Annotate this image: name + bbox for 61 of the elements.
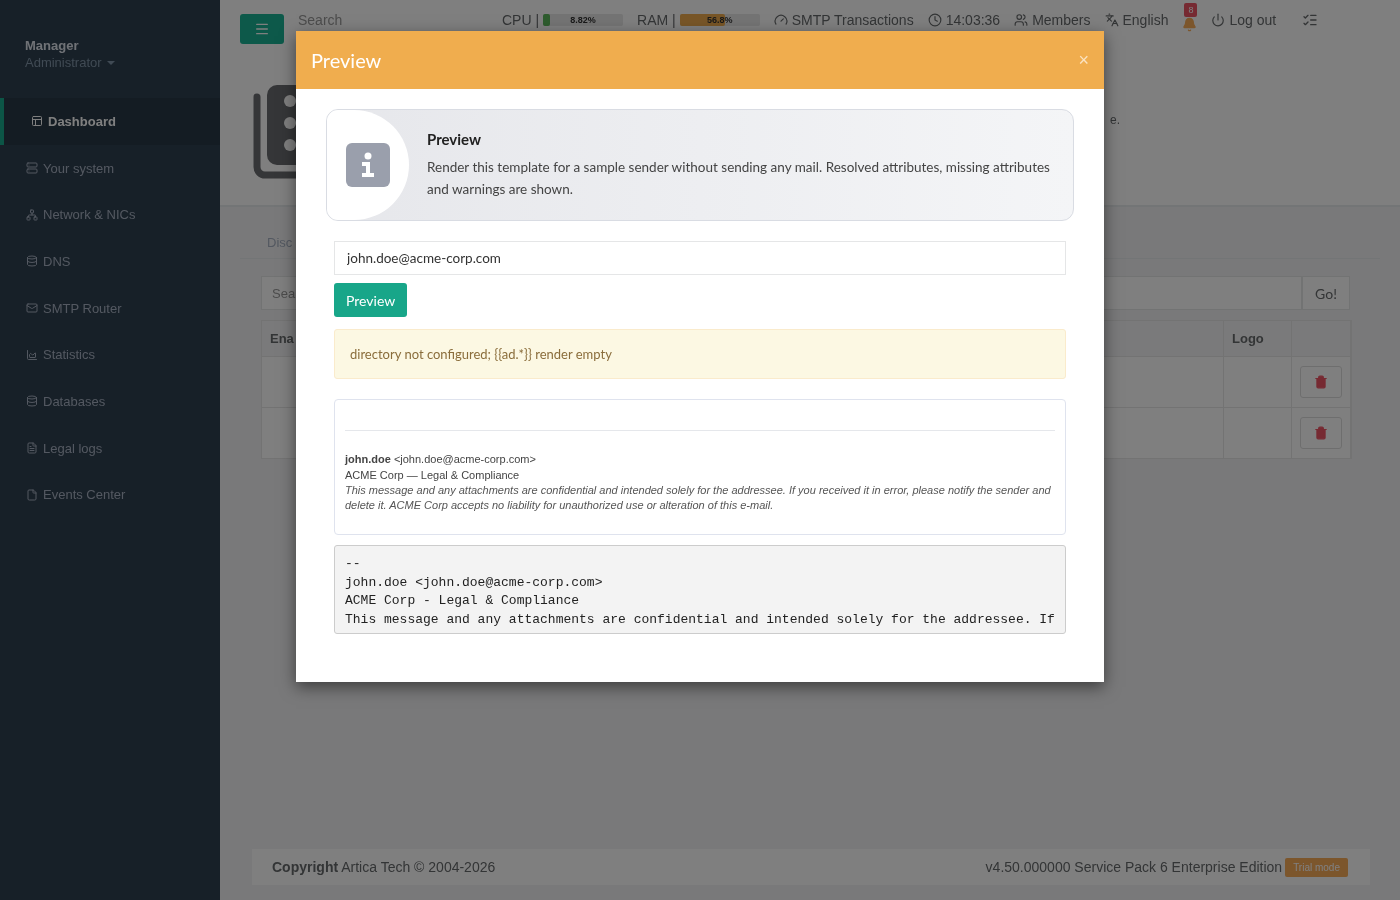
- mail-icon: [26, 302, 38, 315]
- trash-icon: [1314, 375, 1328, 389]
- delete-button[interactable]: [1300, 366, 1342, 398]
- topbar-link[interactable]: SMTP Transactions: [773, 12, 914, 28]
- translate-icon: [1104, 13, 1119, 27]
- sidebar-item[interactable]: Dashboard: [0, 98, 220, 145]
- user-name: Manager: [25, 38, 80, 53]
- menu-button[interactable]: [240, 14, 284, 44]
- info-text: Render this template for a sample sender without sending any mail. Resolved attributes, missing attributes and warnings are shown.: [427, 158, 1051, 199]
- power-icon: [1211, 13, 1226, 27]
- users-icon: [1014, 13, 1029, 27]
- sidebar-item[interactable]: Events Center: [0, 471, 220, 519]
- trash-icon: [1314, 426, 1328, 440]
- preview-button[interactable]: Preview: [334, 283, 408, 317]
- sidebar-item[interactable]: Network & NICs: [0, 191, 220, 239]
- email-field[interactable]: john.doe@acme-corp.com: [334, 241, 1066, 275]
- sidebar-item[interactable]: SMTP Router: [0, 284, 220, 332]
- menu-icon: [254, 21, 270, 37]
- sidebar-item[interactable]: Statistics: [0, 331, 220, 379]
- sidebar-item[interactable]: Your system: [0, 144, 220, 192]
- dashboard-icon: [31, 115, 43, 128]
- code-line: john.doe <john.doe@acme-corp.com>: [345, 573, 604, 592]
- code-line: --: [345, 555, 362, 573]
- logout-link[interactable]: Log out: [1211, 12, 1277, 28]
- signature-disclaimer: This message and any attachments are confidential and intended solely for the addressee. If you received it in error, please notify the sender and delete it. ACME Corp accepts no liability for unauthorized use or alteration of this e-mail.: [345, 483, 1052, 513]
- signature-line: ACME Corp — Legal & Compliance: [345, 468, 521, 483]
- close-button[interactable]: ×: [1078, 49, 1089, 71]
- gauge-icon: [773, 13, 788, 27]
- version-text: v4.50.000000 Service Pack 6 Enterprise Edition: [985, 859, 1283, 875]
- info-title: Preview: [427, 130, 483, 148]
- copyright-text: Copyright Artica Tech © 2004-2026: [272, 859, 496, 875]
- database-icon: [26, 395, 38, 408]
- database-icon: [26, 255, 38, 268]
- sidebar-item[interactable]: Databases: [0, 378, 220, 425]
- info-icon: [346, 143, 390, 187]
- delete-button[interactable]: [1300, 417, 1342, 449]
- code-line: ACME Corp - Legal & Compliance: [345, 592, 581, 610]
- dialog-title: Preview: [311, 48, 382, 72]
- topbar-link[interactable]: English: [1104, 12, 1169, 28]
- go-button[interactable]: Go!: [1302, 276, 1350, 310]
- topbar-link[interactable]: 14:03:36: [927, 12, 1001, 28]
- bell-icon[interactable]: [1182, 17, 1198, 32]
- network-icon: [26, 208, 38, 221]
- chart-icon: [26, 348, 38, 361]
- signature-line: john.doe <john.doe@acme-corp.com>: [345, 452, 537, 467]
- code-line: This message and any attachments are confidential and intended solely for the addressee. If: [345, 610, 1055, 629]
- trial-badge: Trial mode: [1285, 857, 1348, 877]
- document-icon: [26, 442, 38, 455]
- task-list-icon[interactable]: [1302, 12, 1319, 28]
- description-text: e.: [1110, 113, 1120, 127]
- meter-label: RAM |: [637, 12, 676, 28]
- sidebar-item[interactable]: DNS: [0, 238, 220, 285]
- warning-alert: directory not configured; {{ad.*}} render empty: [334, 329, 1066, 379]
- server-icon: [26, 162, 38, 175]
- file-icon: [26, 488, 38, 501]
- meter-label: CPU |: [502, 12, 540, 28]
- sidebar-item[interactable]: Legal logs: [0, 424, 220, 472]
- clock-icon: [927, 13, 942, 27]
- topbar-link[interactable]: Members: [1014, 12, 1091, 28]
- notification-count: 8: [1184, 3, 1198, 17]
- meter-reading: 8.82%: [570, 15, 596, 25]
